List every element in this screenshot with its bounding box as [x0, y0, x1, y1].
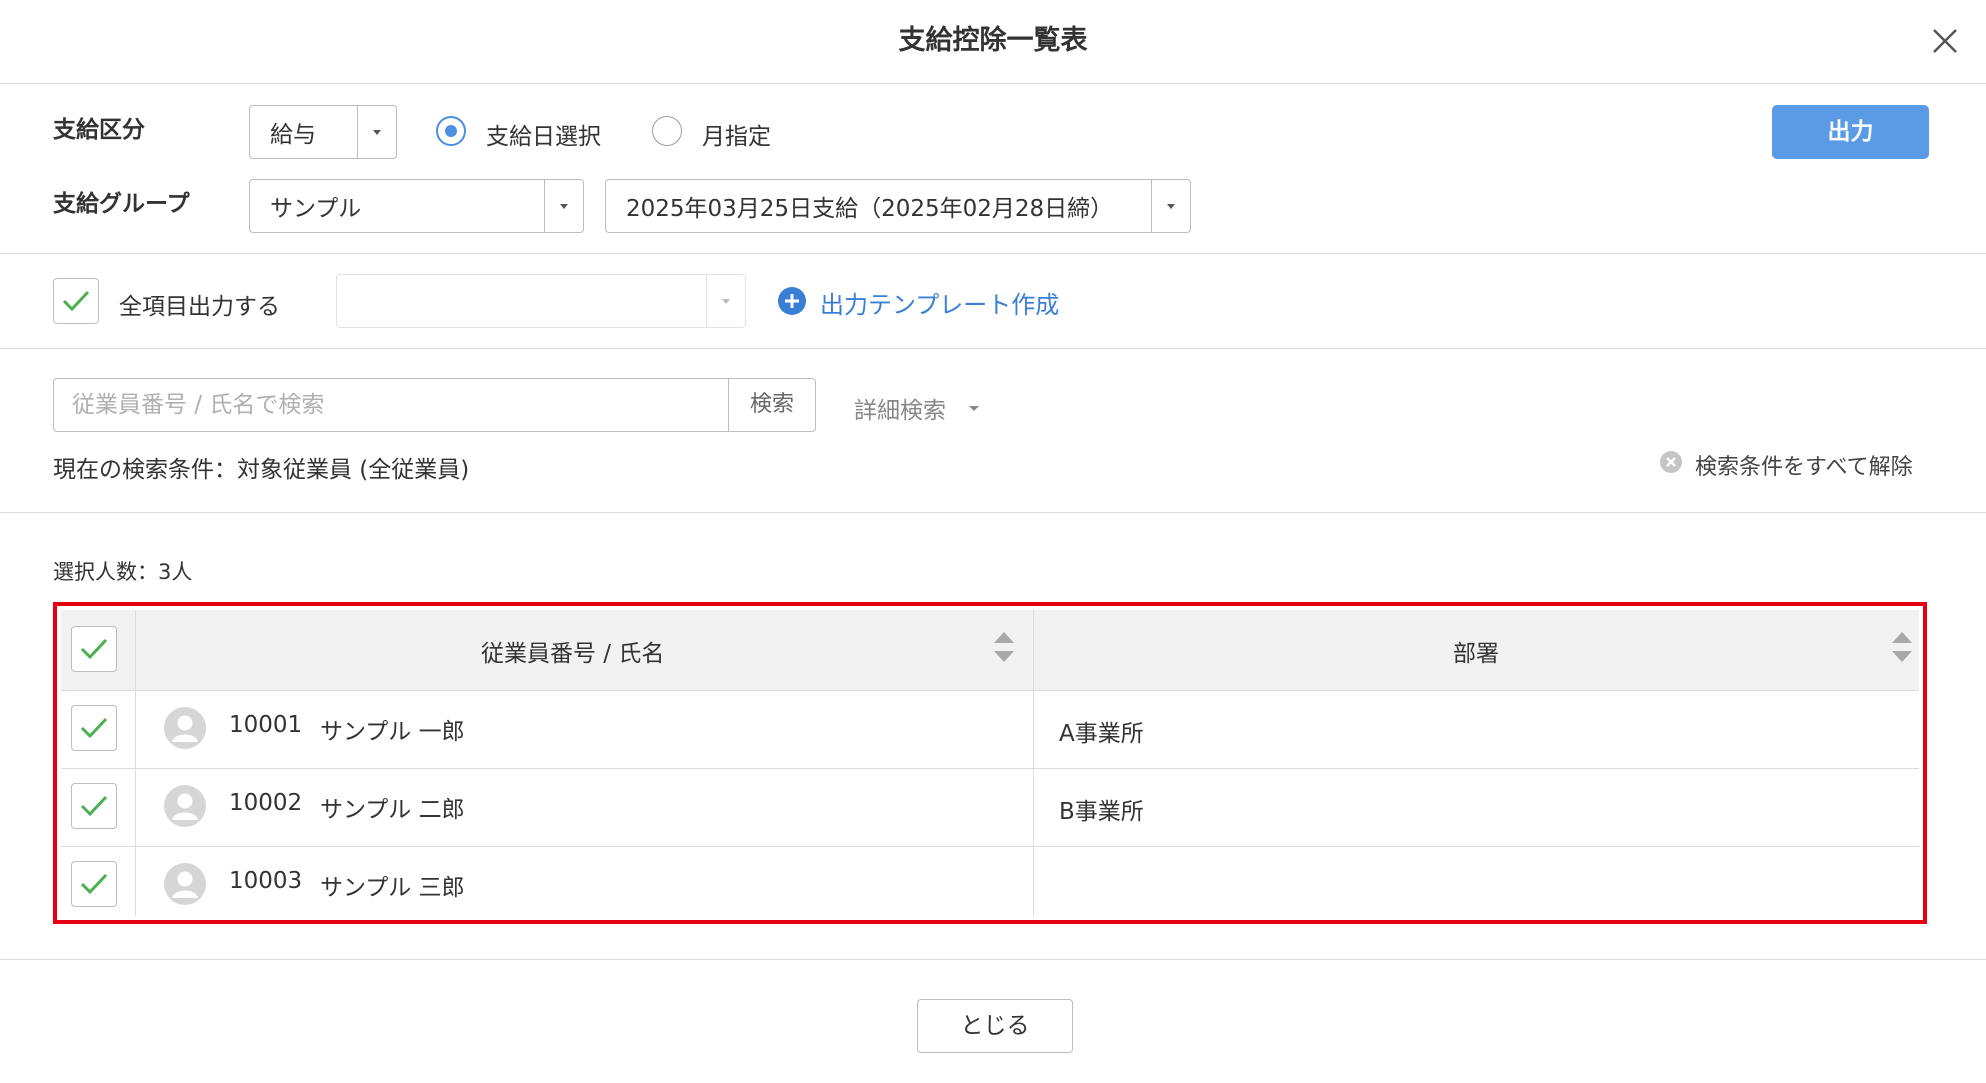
close-button[interactable]: とじる [917, 999, 1073, 1053]
employee-name: サンプル 一郎 [320, 719, 465, 745]
department: B事業所 [1059, 799, 1144, 825]
table-header-row [61, 610, 1919, 690]
sort-icon[interactable] [1892, 632, 1912, 664]
sort-icon[interactable] [994, 632, 1014, 664]
avatar-icon [164, 785, 206, 827]
section-divider [0, 253, 1986, 254]
all-items-checkbox[interactable] [53, 278, 99, 324]
paydate-select-arrow[interactable] [1151, 180, 1190, 232]
checkmark-icon [80, 638, 108, 660]
selected-count: 選択人数：3人 [53, 560, 193, 584]
section-divider [0, 348, 1986, 349]
all-items-label[interactable]: 全項目出力する [119, 287, 280, 321]
select-all-checkbox[interactable] [71, 626, 117, 672]
column-header-employee[interactable]: 従業員番号 / 氏名 [481, 634, 664, 668]
radio-paydate-label[interactable]: 支給日選択 [486, 117, 601, 151]
paydate-select[interactable]: 2025年03月25日支給（2025年02月28日締） [605, 179, 1191, 233]
row-checkbox[interactable] [71, 861, 117, 907]
template-select [336, 274, 746, 328]
category-select-value: 給与 [270, 122, 316, 148]
header-divider [0, 83, 1986, 84]
category-select-arrow[interactable] [357, 106, 396, 158]
group-select-value: サンプル [270, 196, 362, 222]
employee-id: 10002 [229, 790, 303, 816]
chevron-down-icon [373, 130, 381, 135]
plus-circle-icon[interactable] [778, 287, 806, 315]
radio-month-label[interactable]: 月指定 [702, 117, 771, 151]
row-divider [61, 768, 1919, 769]
radio-month[interactable] [652, 116, 682, 146]
category-label: 支給区分 [53, 117, 145, 143]
group-label: 支給グループ [53, 191, 190, 217]
template-create-link[interactable]: 出力テンプレート作成 [820, 285, 1059, 320]
avatar-icon [164, 863, 206, 905]
caret-down-icon[interactable] [969, 406, 979, 411]
checkmark-icon [80, 795, 108, 817]
chevron-down-icon [722, 299, 730, 304]
group-select[interactable]: サンプル [249, 179, 584, 233]
chevron-down-icon [560, 204, 568, 209]
footer-divider [0, 959, 1986, 960]
search-conditions: 現在の検索条件：対象従業員 (全従業員) [53, 457, 470, 483]
checkmark-icon [80, 873, 108, 895]
row-checkbox[interactable] [71, 783, 117, 829]
group-select-arrow[interactable] [544, 180, 583, 232]
paydate-select-value: 2025年03月25日支給（2025年02月28日締） [626, 196, 1114, 222]
clear-circle-icon[interactable] [1660, 451, 1682, 473]
radio-paydate[interactable] [436, 116, 466, 146]
search-input[interactable]: 従業員番号 / 氏名で検索 [53, 378, 729, 432]
row-divider [61, 846, 1919, 847]
checkmark-icon [80, 717, 108, 739]
employee-id: 10001 [229, 712, 303, 738]
section-divider [0, 512, 1986, 513]
chevron-down-icon [1167, 204, 1175, 209]
employee-name: サンプル 二郎 [320, 797, 465, 823]
template-select-arrow [706, 275, 745, 327]
employee-name: サンプル 三郎 [320, 875, 465, 901]
col-divider [1033, 610, 1034, 916]
category-select[interactable]: 給与 [249, 105, 397, 159]
advanced-search-toggle[interactable]: 詳細検索 [854, 391, 946, 425]
employee-table: 従業員番号 / 氏名 部署 10001 サンプル 一郎 A事業所 10002 サ… [53, 602, 1927, 924]
row-divider [61, 690, 1919, 691]
department: A事業所 [1059, 721, 1144, 747]
search-button[interactable]: 検索 [728, 378, 816, 432]
avatar-icon [164, 707, 206, 749]
col-divider [135, 610, 136, 916]
dialog-title: 支給控除一覧表 [898, 25, 1088, 56]
close-icon[interactable] [1930, 26, 1960, 56]
output-button[interactable]: 出力 [1772, 105, 1929, 159]
row-checkbox[interactable] [71, 705, 117, 751]
clear-conditions-link[interactable]: 検索条件をすべて解除 [1695, 449, 1913, 481]
employee-id: 10003 [229, 868, 303, 894]
checkmark-icon [62, 290, 90, 312]
column-header-department[interactable]: 部署 [1453, 634, 1499, 668]
